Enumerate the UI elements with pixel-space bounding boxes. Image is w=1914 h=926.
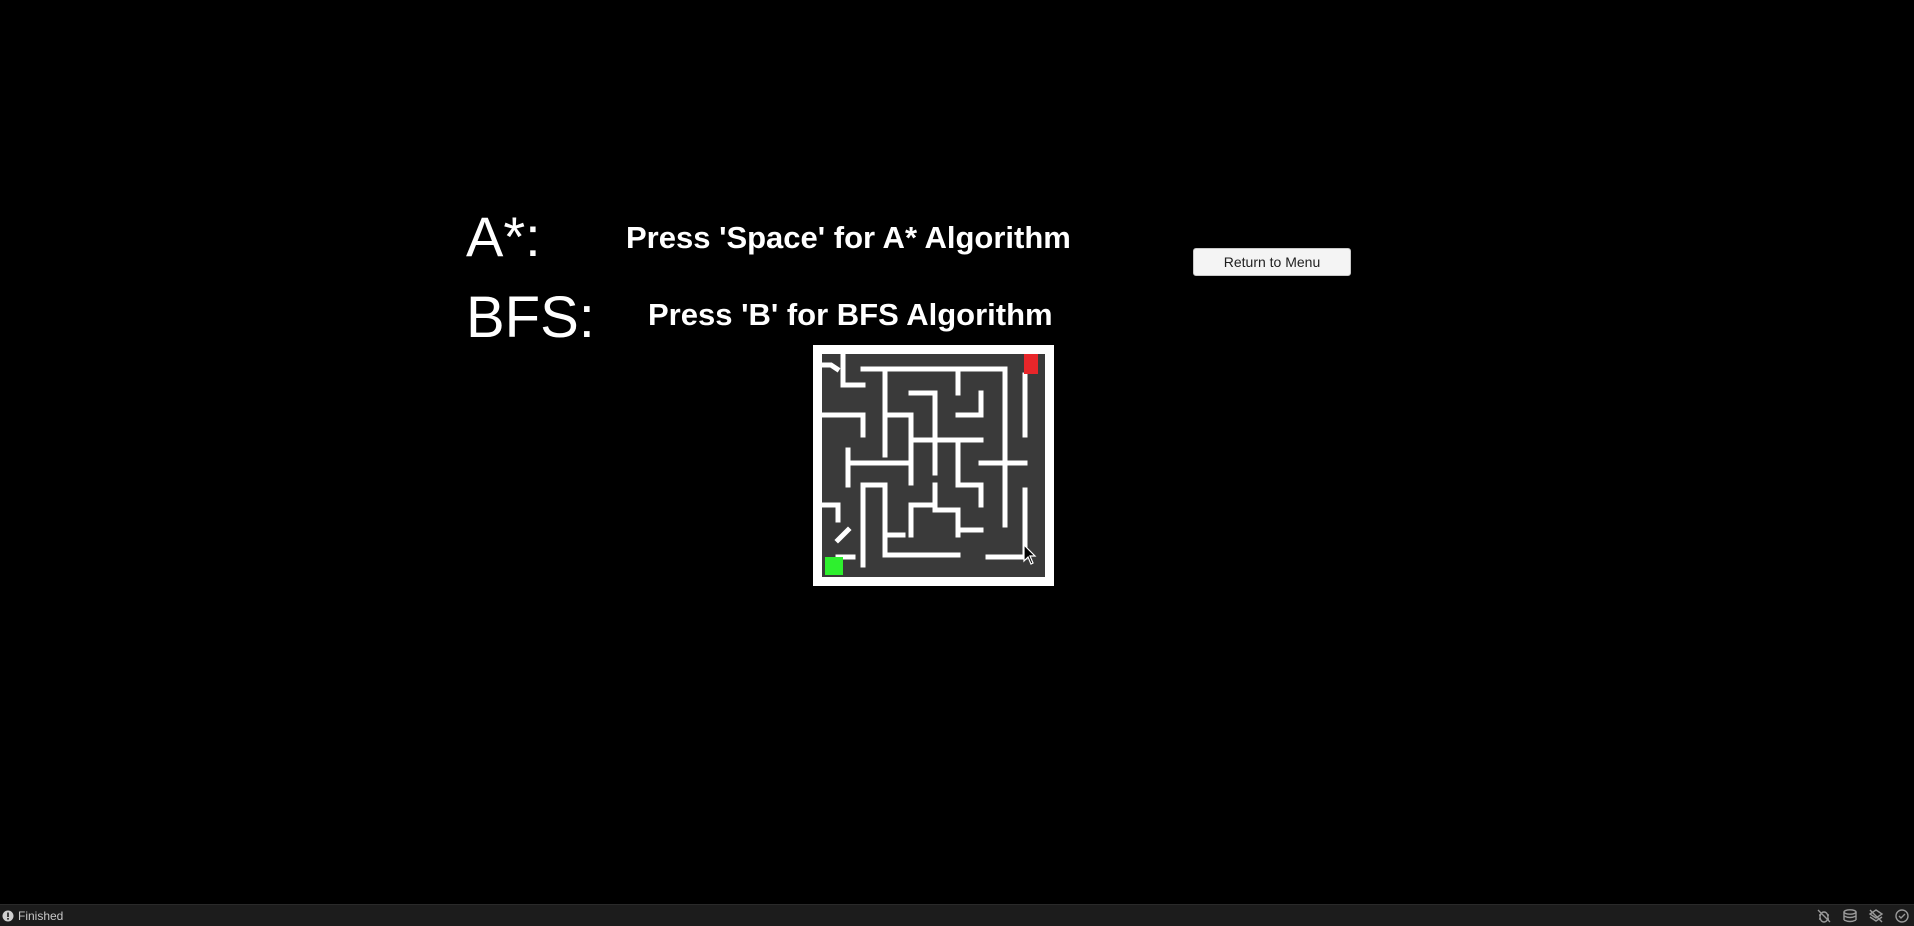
maze-start-cell [825,557,843,575]
bfs-label: BFS: [466,285,595,350]
maze-goal-cell [1024,354,1038,374]
bug-off-icon[interactable] [1816,908,1832,924]
astar-instruction: Press 'Space' for A* Algorithm [626,220,1071,255]
return-to-menu-button[interactable]: Return to Menu [1193,248,1351,276]
game-view: A*: BFS: Press 'Space' for A* Algorithm … [0,0,1914,904]
mouse-cursor-icon [1023,544,1037,565]
maze-board [813,345,1054,586]
info-icon [2,910,14,921]
status-text: Finished [18,908,64,923]
layers-off-icon[interactable] [1868,908,1884,924]
check-circle-icon[interactable] [1894,908,1910,924]
maze-svg [813,345,1054,586]
stack-icon[interactable] [1842,908,1858,924]
bfs-instruction: Press 'B' for BFS Algorithm [648,297,1053,332]
astar-label: A*: [466,205,541,268]
status-bar: Finished [0,904,1914,926]
status-tools [1816,908,1910,924]
